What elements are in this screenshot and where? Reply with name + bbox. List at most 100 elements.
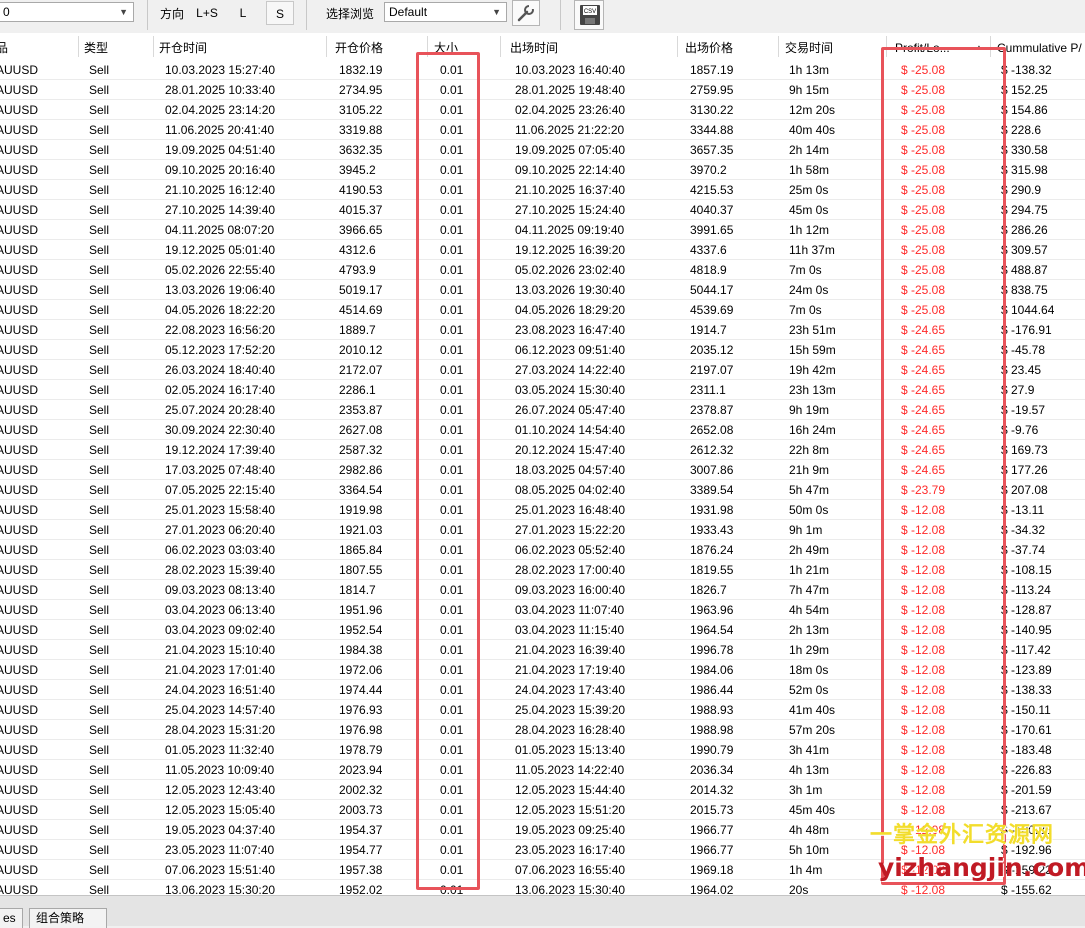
table-row[interactable]: AUUSD Sell 06.02.2023 03:03:40 1865.84 0.01 0… [0, 540, 1085, 560]
cell-close-price: 2612.32 [690, 443, 734, 457]
table-row[interactable]: AUUSD Sell 02.04.2025 23:14:20 3105.22 0.01 0… [0, 100, 1085, 120]
wrench-button[interactable] [512, 0, 540, 26]
table-row[interactable]: AUUSD Sell 19.12.2024 17:39:40 2587.32 0.01 2… [0, 440, 1085, 460]
cell-open-price: 2286.1 [339, 383, 376, 397]
direction-short-button[interactable]: S [266, 1, 294, 25]
cell-profit: $ -24.65 [901, 383, 946, 397]
table-row[interactable]: AUUSD Sell 19.09.2025 04:51:40 3632.35 0.01 1… [0, 140, 1085, 160]
cell-open-time: 19.09.2025 04:51:40 [165, 143, 276, 157]
csv-icon-text: CSV [584, 9, 596, 15]
cell-close-price: 1990.79 [690, 743, 734, 757]
cell-close-time: 27.01.2023 15:22:20 [515, 523, 626, 537]
cell-profit: $ -25.08 [901, 203, 946, 217]
browse-select[interactable]: Default ▼ [384, 2, 507, 22]
table-row[interactable]: AUUSD Sell 04.11.2025 08:07:20 3966.65 0.01 0… [0, 220, 1085, 240]
cell-duration: 11h 37m [789, 243, 835, 257]
column-resize-handle[interactable] [990, 36, 991, 57]
column-resize-handle[interactable] [78, 36, 79, 57]
table-row[interactable]: AUUSD Sell 25.04.2023 14:57:40 1976.93 0.01 2… [0, 700, 1085, 720]
table-row[interactable]: AUUSD Sell 21.04.2023 17:01:40 1972.06 0.01 2… [0, 660, 1085, 680]
table-row[interactable]: AUUSD Sell 05.02.2026 22:55:40 4793.9 0.01 05… [0, 260, 1085, 280]
column-header-close-time[interactable]: 出场时间 [510, 33, 680, 60]
column-resize-handle[interactable] [153, 36, 154, 57]
table-row[interactable]: AUUSD Sell 30.09.2024 22:30:40 2627.08 0.01 0… [0, 420, 1085, 440]
table-row[interactable]: AUUSD Sell 25.07.2024 20:28:40 2353.87 0.01 2… [0, 400, 1085, 420]
cell-size: 0.01 [440, 403, 464, 417]
table-row[interactable]: AUUSD Sell 25.01.2023 15:58:40 1919.98 0.01 2… [0, 500, 1085, 520]
table-row[interactable]: AUUSD Sell 27.01.2023 06:20:40 1921.03 0.01 2… [0, 520, 1085, 540]
table-row[interactable]: AUUSD Sell 13.03.2026 19:06:40 5019.17 0.01 1… [0, 280, 1085, 300]
table-row[interactable]: AUUSD Sell 09.10.2025 20:16:40 3945.2 0.01 09… [0, 160, 1085, 180]
cell-type: Sell [89, 103, 110, 117]
table-row[interactable]: AUUSD Sell 11.05.2023 10:09:40 2023.94 0.01 1… [0, 760, 1085, 780]
table-row[interactable]: AUUSD Sell 17.03.2025 07:48:40 2982.86 0.01 1… [0, 460, 1085, 480]
column-header-open-time[interactable]: 开仓时间 [159, 33, 329, 60]
cell-close-price: 3007.86 [690, 463, 734, 477]
table-row[interactable]: AUUSD Sell 21.10.2025 16:12:40 4190.53 0.01 2… [0, 180, 1085, 200]
tab-combined-strategy[interactable]: 组合策略 [29, 908, 107, 928]
cell-close-time: 03.04.2023 11:07:40 [515, 603, 625, 617]
table-row[interactable]: AUUSD Sell 28.04.2023 15:31:20 1976.98 0.01 2… [0, 720, 1085, 740]
table-row[interactable]: AUUSD Sell 24.04.2023 16:51:40 1974.44 0.01 2… [0, 680, 1085, 700]
table-row[interactable]: AUUSD Sell 11.06.2025 20:41:40 3319.88 0.01 1… [0, 120, 1085, 140]
cell-profit: $ -12.08 [901, 523, 946, 537]
column-resize-handle[interactable] [778, 36, 779, 57]
table-row[interactable]: AUUSD Sell 07.05.2025 22:15:40 3364.54 0.01 0… [0, 480, 1085, 500]
column-header-duration[interactable]: 交易时间 [785, 33, 880, 60]
cell-open-price: 4015.37 [339, 203, 383, 217]
column-header-close-price[interactable]: 出场价格 [685, 33, 777, 60]
column-header-cumulative[interactable]: Cummulative P/ [997, 33, 1085, 60]
table-row[interactable]: AUUSD Sell 03.04.2023 09:02:40 1952.54 0.01 0… [0, 620, 1085, 640]
column-resize-handle[interactable] [326, 36, 327, 57]
table-row[interactable]: AUUSD Sell 01.05.2023 11:32:40 1978.79 0.01 0… [0, 740, 1085, 760]
column-resize-handle[interactable] [500, 36, 501, 57]
table-row[interactable]: AUUSD Sell 12.05.2023 12:43:40 2002.32 0.01 1… [0, 780, 1085, 800]
table-row[interactable]: AUUSD Sell 09.03.2023 08:13:40 1814.7 0.01 09… [0, 580, 1085, 600]
cell-close-time: 08.05.2025 04:02:40 [515, 483, 626, 497]
table-row[interactable]: AUUSD Sell 21.04.2023 15:10:40 1984.38 0.01 2… [0, 640, 1085, 660]
table-row[interactable]: AUUSD Sell 13.06.2023 15:30:20 1952.02 0.01 1… [0, 880, 1085, 895]
table-row[interactable]: AUUSD Sell 28.02.2023 15:39:40 1807.55 0.01 2… [0, 560, 1085, 580]
column-resize-handle[interactable] [427, 36, 428, 57]
cell-close-time: 11.06.2025 21:22:20 [515, 123, 625, 137]
tab-trades[interactable]: es [0, 908, 23, 928]
cell-type: Sell [89, 623, 110, 637]
csv-export-button[interactable]: CSV [574, 0, 604, 30]
column-header-type[interactable]: 类型 [84, 33, 144, 60]
table-row[interactable]: AUUSD Sell 10.03.2023 15:27:40 1832.19 0.01 1… [0, 60, 1085, 80]
strategy-select[interactable]: 0 ▼ [0, 2, 134, 22]
column-resize-handle[interactable] [677, 36, 678, 57]
cell-open-price: 1952.54 [339, 623, 383, 637]
cell-close-time: 18.03.2025 04:57:40 [515, 463, 626, 477]
cell-close-time: 11.05.2023 14:22:40 [515, 763, 625, 777]
table-row[interactable]: AUUSD Sell 22.08.2023 16:56:20 1889.7 0.01 23… [0, 320, 1085, 340]
column-header-open-price[interactable]: 开仓价格 [335, 33, 420, 60]
table-row[interactable]: AUUSD Sell 02.05.2024 16:17:40 2286.1 0.01 03… [0, 380, 1085, 400]
cell-profit: $ -12.08 [901, 703, 946, 717]
table-row[interactable]: AUUSD Sell 03.04.2023 06:13:40 1951.96 0.01 0… [0, 600, 1085, 620]
table-row[interactable]: AUUSD Sell 04.05.2026 18:22:20 4514.69 0.01 0… [0, 300, 1085, 320]
column-resize-handle[interactable] [886, 36, 887, 57]
cell-profit: $ -12.08 [901, 683, 946, 697]
cell-duration: 22h 8m [789, 443, 830, 457]
column-header-symbol[interactable]: 品 [0, 33, 68, 60]
cell-profit: $ -12.08 [901, 723, 946, 737]
table-row[interactable]: AUUSD Sell 19.12.2025 05:01:40 4312.6 0.01 19… [0, 240, 1085, 260]
cell-duration: 12m 20s [789, 103, 836, 117]
cell-cumulative: $ -183.48 [1001, 743, 1052, 757]
cell-close-time: 19.12.2025 16:39:20 [515, 243, 626, 257]
table-row[interactable]: AUUSD Sell 27.10.2025 14:39:40 4015.37 0.01 2… [0, 200, 1085, 220]
cell-type: Sell [89, 763, 110, 777]
table-row[interactable]: AUUSD Sell 26.03.2024 18:40:40 2172.07 0.01 2… [0, 360, 1085, 380]
cell-duration: 23h 13m [789, 383, 836, 397]
cell-close-price: 1963.96 [690, 603, 734, 617]
cell-type: Sell [89, 723, 110, 737]
cell-type: Sell [89, 203, 110, 217]
table-row[interactable]: AUUSD Sell 05.12.2023 17:52:20 2010.12 0.01 0… [0, 340, 1085, 360]
table-row[interactable]: AUUSD Sell 28.01.2025 10:33:40 2734.95 0.01 2… [0, 80, 1085, 100]
cell-open-time: 25.04.2023 14:57:40 [165, 703, 276, 717]
direction-long-button[interactable]: L [230, 1, 256, 25]
column-header-size[interactable]: 大小 [434, 33, 494, 60]
direction-long-short-button[interactable]: L+S [191, 1, 223, 25]
cell-close-price: 4040.37 [690, 203, 734, 217]
